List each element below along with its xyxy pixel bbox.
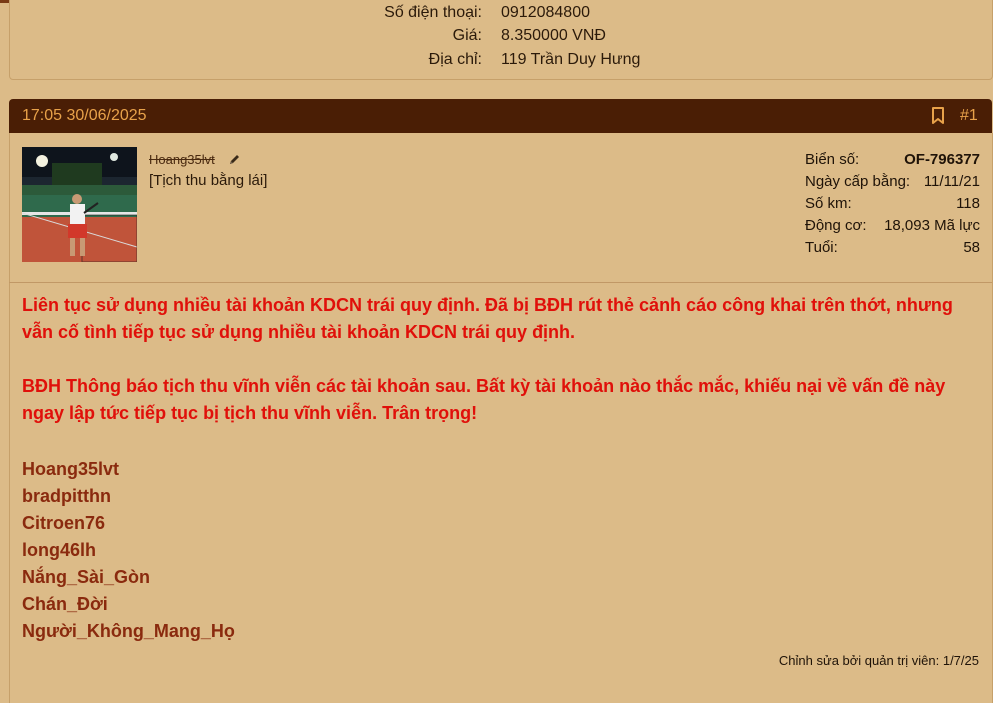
price-label: Giá: (452, 27, 482, 44)
price-value: 8.350000 VNĐ (501, 27, 606, 44)
post-timestamp[interactable]: 17:05 30/06/2025 (22, 107, 147, 125)
account-name: bradpitthn (22, 486, 111, 506)
account-name: Nắng_Sài_Gòn (22, 567, 151, 587)
user-title: [Tịch thu bằng lái] (149, 172, 268, 189)
stats-values: OF-796377 11/11/21 118 18,093 Mã lực 58 (884, 149, 980, 259)
post-header: 17:05 30/06/2025 #1 (9, 99, 992, 133)
account-name: Chán_Đời (22, 594, 108, 614)
plate-value: OF-796377 (904, 151, 980, 168)
phone-value: 0912084800 (501, 4, 590, 21)
phone-label: Số điện thoại: (384, 4, 482, 21)
license-date-value: 11/11/21 (923, 173, 980, 190)
address-label: Địa chỉ: (428, 51, 482, 68)
address-value: 119 Trần Duy Hưng (501, 51, 641, 68)
pencil-edit-icon[interactable] (228, 153, 241, 166)
edited-by-admin-note: Chỉnh sửa bởi quản trị viên: 1/7/25 (778, 653, 979, 668)
username-link[interactable]: Hoang35lvt (149, 152, 215, 167)
message-paragraph-2: BĐH Thông báo tịch thu vĩnh viễn các tài… (22, 376, 946, 423)
post-number-link[interactable]: #1 (960, 107, 978, 125)
account-name: Hoang35lvt (22, 459, 120, 479)
km-value: 118 (956, 195, 980, 212)
banned-account-list: Hoang35lvt bradpitthn Citroen76 long46lh… (22, 456, 235, 645)
message-paragraph-1: Liên tục sử dụng nhiều tài khoản KDCN tr… (22, 295, 953, 342)
user-area-divider (9, 282, 992, 283)
age-value: 58 (963, 239, 980, 256)
account-name: long46lh (22, 540, 97, 560)
user-avatar[interactable] (22, 147, 137, 262)
account-name: Người_Không_Mang_Họ (22, 621, 235, 641)
account-name: Citroen76 (22, 513, 106, 533)
engine-value: 18,093 Mã lực (884, 217, 980, 234)
bookmark-icon[interactable] (931, 107, 945, 125)
